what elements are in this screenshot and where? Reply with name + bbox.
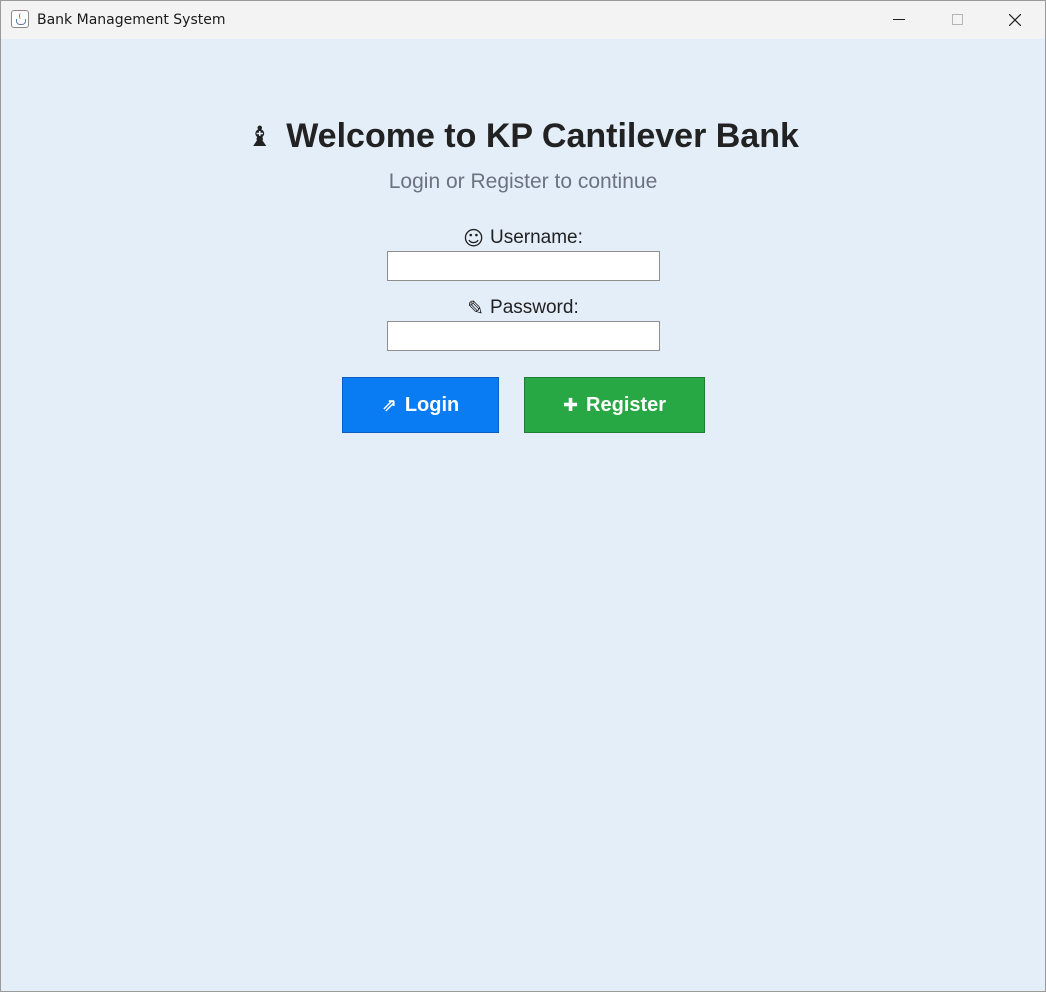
username-label-text: Username: xyxy=(489,227,583,248)
main-panel: ♝ Welcome to KP Cantilever Bank Login or… xyxy=(1,39,1045,991)
maximize-button[interactable] xyxy=(928,1,986,39)
password-label: ✎ Password: xyxy=(1,296,1045,321)
plus-icon: ✚ xyxy=(562,394,579,416)
app-window: Bank Management System ♝ Welcome to KP C… xyxy=(0,0,1046,992)
welcome-heading: ♝ Welcome to KP Cantilever Bank xyxy=(1,117,1045,161)
chess-pawn-icon: ♝ xyxy=(247,119,273,153)
register-button[interactable]: ✚ Register xyxy=(524,377,705,433)
login-button[interactable]: ⇗ Login xyxy=(342,377,499,433)
register-button-label: Register xyxy=(586,393,667,416)
smiley-icon: ☺ xyxy=(463,226,484,250)
minimize-button[interactable] xyxy=(870,1,928,39)
java-app-icon xyxy=(11,10,29,28)
login-icon: ⇗ xyxy=(381,394,397,416)
password-label-text: Password: xyxy=(490,297,579,318)
page-subtitle: Login or Register to continue xyxy=(388,170,658,193)
close-icon xyxy=(1009,14,1021,26)
pencil-icon: ✎ xyxy=(467,296,485,320)
login-button-label: Login xyxy=(404,393,460,416)
page-title: Welcome to KP Cantilever Bank xyxy=(286,117,799,155)
title-bar[interactable]: Bank Management System xyxy=(1,1,1045,39)
minimize-icon xyxy=(893,19,905,20)
username-input[interactable] xyxy=(387,251,660,281)
username-label: ☺ Username: xyxy=(1,226,1045,251)
window-title: Bank Management System xyxy=(37,12,226,28)
close-button[interactable] xyxy=(986,1,1044,39)
password-input[interactable] xyxy=(387,321,660,351)
maximize-icon xyxy=(952,14,963,25)
